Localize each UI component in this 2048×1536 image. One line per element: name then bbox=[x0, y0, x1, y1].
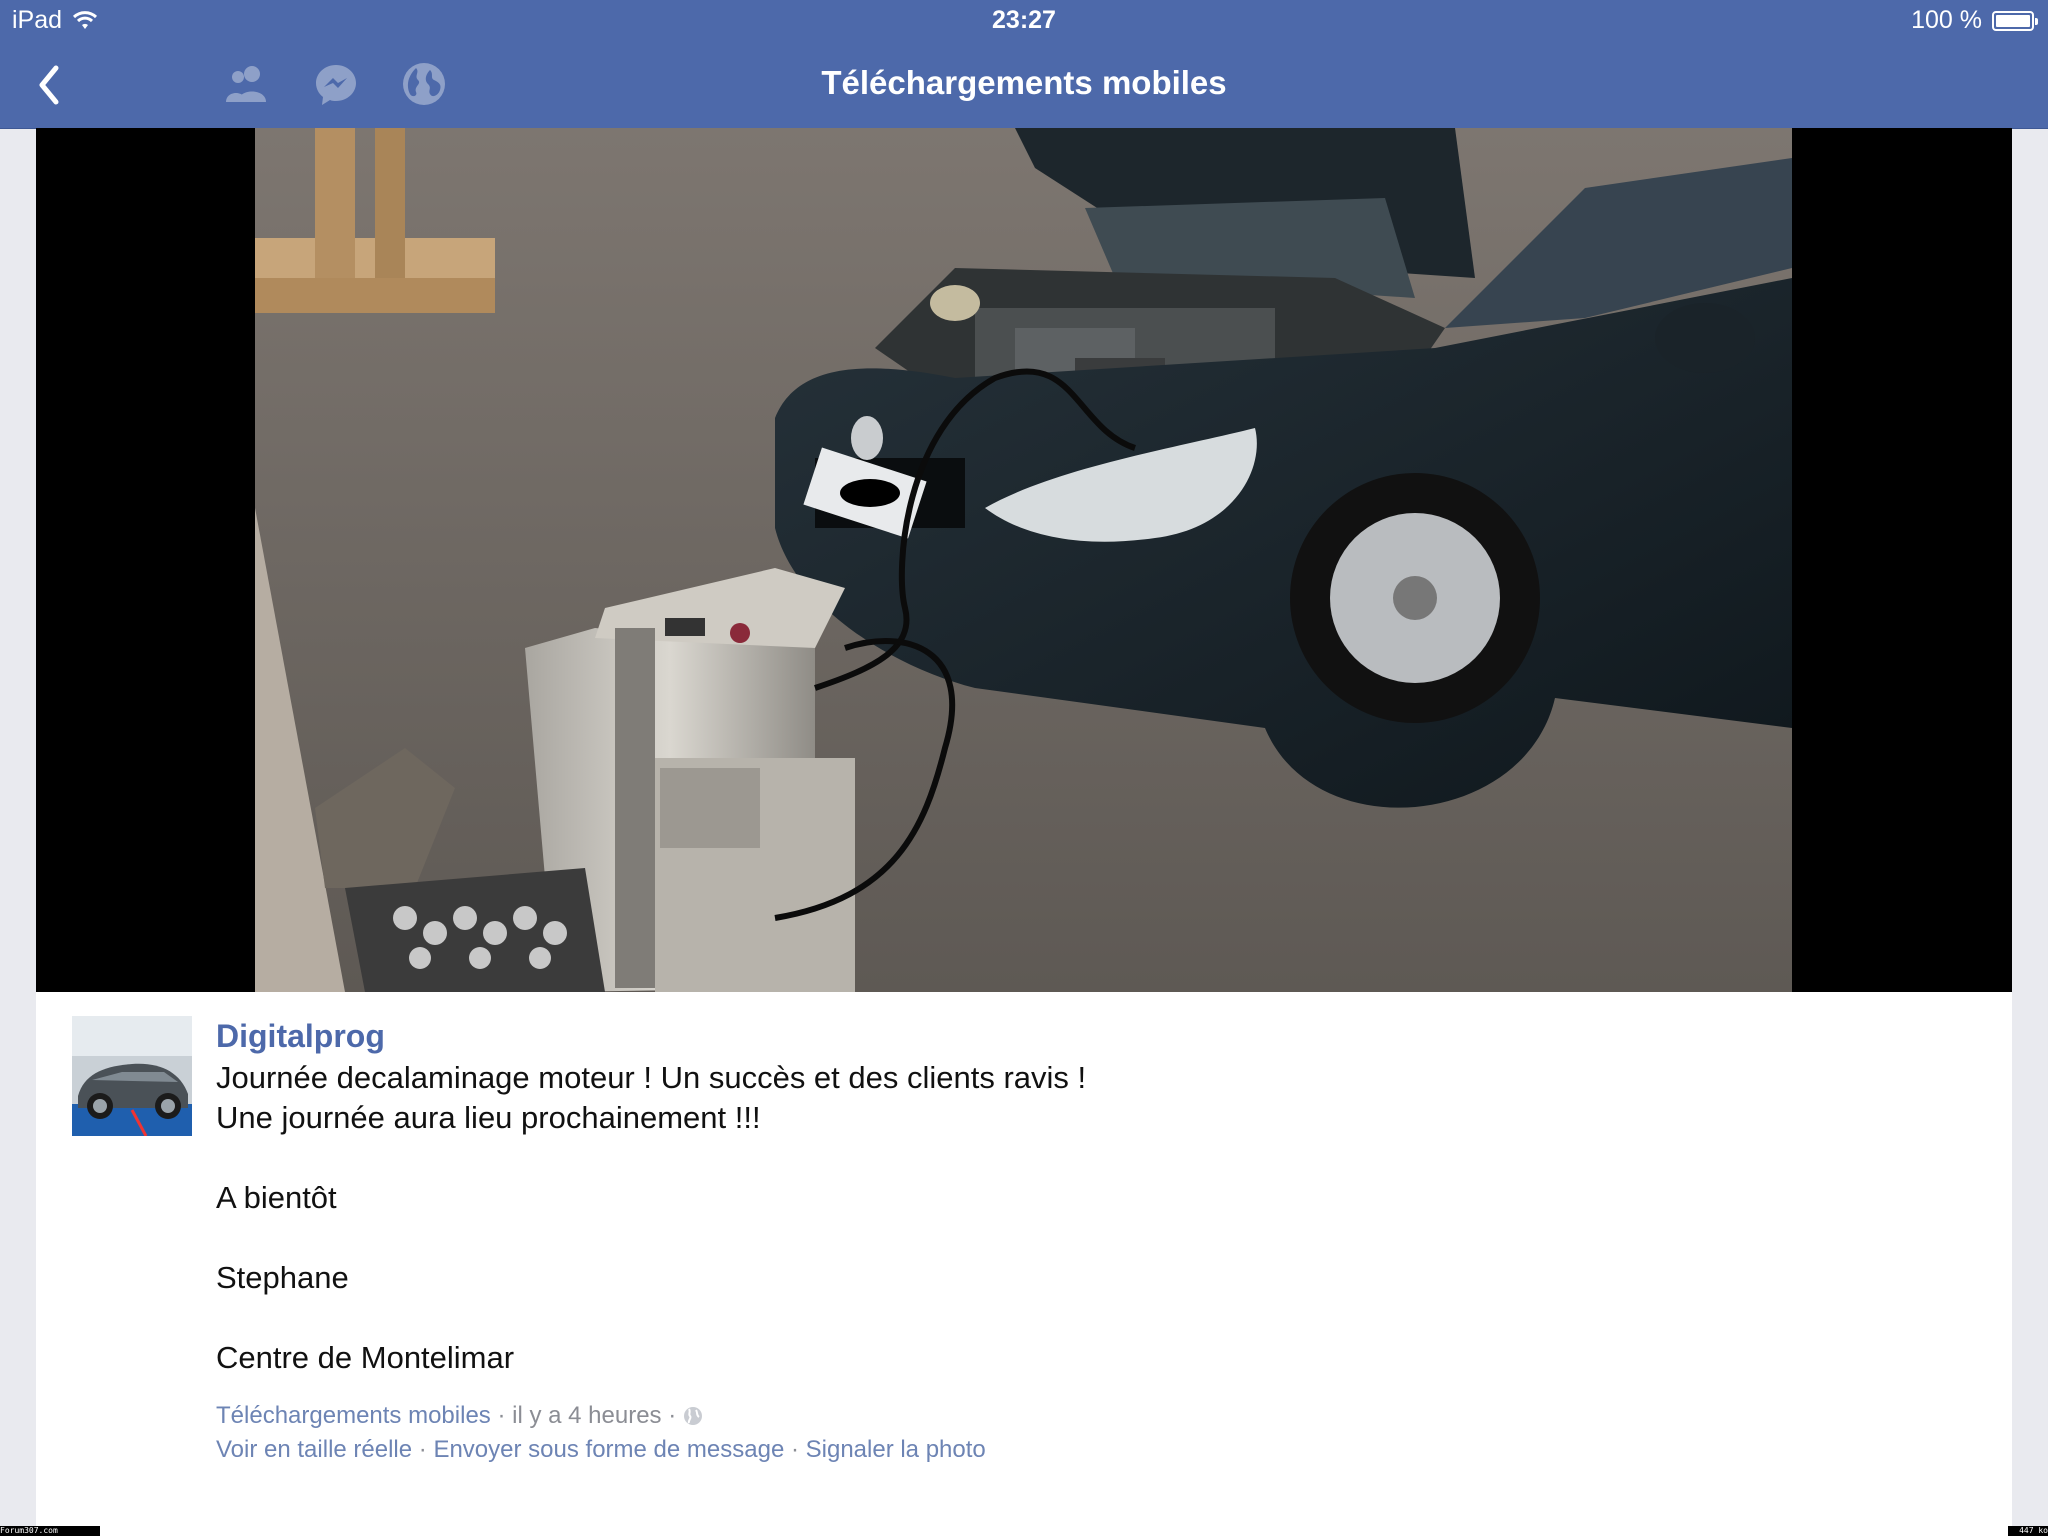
avatar[interactable] bbox=[72, 1016, 192, 1136]
battery-fill bbox=[1996, 14, 2030, 27]
photo-viewer[interactable] bbox=[36, 128, 2012, 992]
post-author[interactable]: Digitalprog bbox=[216, 1018, 385, 1055]
album-link[interactable]: Téléchargements mobiles bbox=[216, 1402, 491, 1429]
send-as-message-link[interactable]: Envoyer sous forme de message bbox=[433, 1436, 784, 1463]
post-meta: Téléchargements mobiles · il y a 4 heure… bbox=[216, 1402, 703, 1430]
post-text-line-2: Une journée aura lieu prochainement !!! bbox=[216, 1100, 761, 1135]
battery-icon bbox=[1992, 10, 2038, 31]
post-text-line-1: Journée decalaminage moteur ! Un succès … bbox=[216, 1060, 1087, 1095]
post-photo[interactable] bbox=[255, 128, 1792, 992]
report-photo-link[interactable]: Signaler la photo bbox=[806, 1436, 986, 1463]
post-text-line-4: Stephane bbox=[216, 1260, 349, 1295]
meta-separator: · bbox=[661, 1402, 683, 1429]
post-text-line-3: A bientôt bbox=[216, 1180, 337, 1215]
post-details: Digitalprog Journée decalaminage moteur … bbox=[36, 992, 2012, 1536]
meta-separator: · bbox=[490, 1402, 513, 1429]
nav-bar: Téléchargements mobiles bbox=[0, 42, 2048, 129]
watermark-right: 447 ko bbox=[2008, 1526, 2048, 1536]
status-bar: iPad 23:27 100 % bbox=[0, 0, 2048, 42]
action-separator: · bbox=[412, 1436, 434, 1463]
status-time: 23:27 bbox=[992, 6, 1056, 34]
post-text-line-5: Centre de Montelimar bbox=[216, 1340, 515, 1375]
globe-icon bbox=[683, 1407, 702, 1425]
action-separator: · bbox=[784, 1436, 806, 1463]
post-actions: Voir en taille réelle · Envoyer sous for… bbox=[216, 1436, 986, 1464]
watermark-left: Forum307.com bbox=[0, 1526, 100, 1536]
page-title: Téléchargements mobiles bbox=[821, 64, 1227, 101]
status-right: 100 % bbox=[1911, 6, 2038, 35]
battery-percent: 100 % bbox=[1911, 6, 1982, 34]
view-full-size-link[interactable]: Voir en taille réelle bbox=[216, 1436, 412, 1463]
post-timestamp[interactable]: il y a 4 heures bbox=[512, 1402, 661, 1429]
